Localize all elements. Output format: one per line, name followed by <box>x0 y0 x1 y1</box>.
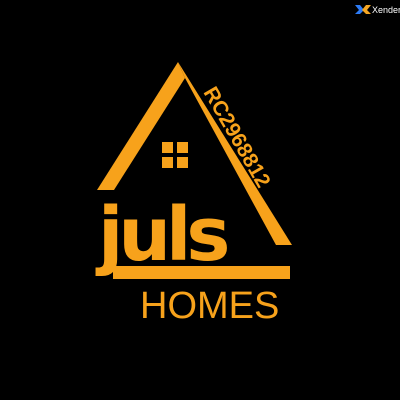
xender-watermark-text: Xender <box>372 5 400 15</box>
xender-watermark: Xender <box>355 5 400 15</box>
registration-number: RC2968812 <box>199 83 275 192</box>
xender-logo-icon <box>355 5 371 14</box>
homes-subtitle: HOMES <box>140 285 279 327</box>
house-window-icon <box>162 142 188 168</box>
brand-word: juls <box>95 192 227 278</box>
juls-homes-logo: RC2968812 juls HOMES Xender <box>95 5 400 327</box>
